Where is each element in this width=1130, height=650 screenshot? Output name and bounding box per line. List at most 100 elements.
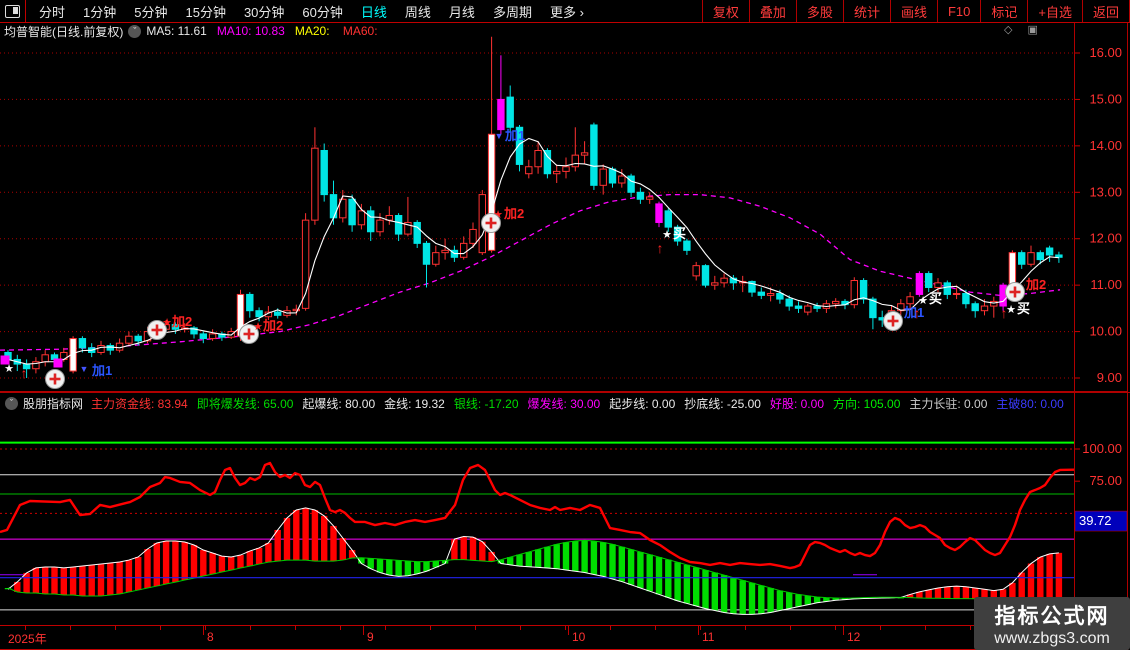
watermark: 指标公式网 www.zbgs3.com	[974, 597, 1130, 650]
menu-item-60分钟[interactable]: 60分钟	[293, 2, 351, 21]
histogram-bar	[572, 541, 578, 571]
candle	[693, 266, 699, 276]
candle	[721, 278, 727, 283]
price-axis-label: 10.00	[1089, 324, 1122, 339]
candle	[795, 306, 801, 308]
axis-tick	[880, 626, 881, 630]
month-label: 10	[572, 630, 585, 644]
star-icon: ★	[918, 295, 928, 307]
axis-tick	[565, 626, 566, 630]
axis-tick	[115, 626, 116, 630]
histogram-bar	[674, 562, 680, 601]
histogram-bar	[395, 560, 401, 576]
toolbar-button-统计[interactable]: 统计	[843, 0, 891, 22]
histogram-bar	[805, 596, 811, 605]
histogram-bar	[619, 547, 625, 582]
candle	[395, 216, 401, 235]
histogram-bar	[200, 550, 206, 576]
histogram-bar	[637, 552, 643, 588]
histogram-bar	[581, 540, 587, 572]
menu-item-周线[interactable]: 周线	[396, 2, 440, 21]
toolbar-button-返回[interactable]: 返回	[1082, 0, 1130, 22]
menu-item-日线[interactable]: 日线	[352, 2, 396, 21]
histogram-bar	[470, 537, 476, 560]
menu-item-1分钟[interactable]: 1分钟	[74, 2, 125, 21]
menu-item-30分钟[interactable]: 30分钟	[235, 2, 293, 21]
signal-label: 买	[929, 291, 942, 306]
month-tick	[843, 626, 844, 635]
price-axis-label: 13.00	[1089, 184, 1122, 199]
indicator-field: 爆发线: 30.00	[528, 397, 601, 411]
period-menu: 分时1分钟5分钟15分钟30分钟60分钟日线周线月线多周期更多 ›	[30, 2, 593, 21]
candle	[247, 294, 253, 310]
candle	[591, 125, 597, 185]
histogram-bar	[1028, 564, 1034, 600]
candle	[433, 253, 439, 265]
price-axis-label: 15.00	[1089, 91, 1122, 106]
menu-item-5分钟[interactable]: 5分钟	[125, 2, 176, 21]
month-label: 2025年	[8, 630, 47, 647]
add-position-icon	[884, 312, 903, 331]
toolbar-button-+自选[interactable]: +自选	[1027, 0, 1083, 22]
axis-tick	[700, 626, 701, 630]
toolbar-button-画线[interactable]: 画线	[890, 0, 938, 22]
histogram-bar	[507, 557, 513, 565]
chevron-down-icon[interactable]: ˇ	[5, 397, 18, 410]
candle	[1056, 255, 1062, 257]
candle	[1046, 248, 1052, 255]
histogram-bar	[107, 563, 113, 595]
candle	[126, 336, 132, 343]
toolbar-button-多股[interactable]: 多股	[796, 0, 844, 22]
signal-label: 买	[673, 226, 686, 241]
candle	[916, 274, 922, 295]
chevron-down-icon[interactable]: ˇ	[128, 25, 141, 38]
pane-corner-icons[interactable]: ◇ ▣	[1004, 23, 1044, 36]
time-axis[interactable]: 2025年89101112	[0, 625, 1128, 650]
histogram-bar	[23, 573, 29, 593]
toolbar-button-叠加[interactable]: 叠加	[749, 0, 797, 22]
indicator-field: 起步线: 0.00	[609, 397, 675, 411]
watermark-url: www.zbgs3.com	[994, 630, 1110, 648]
ma-value: MA60:	[343, 24, 378, 38]
ma-values: MA5: 11.61MA10: 10.83MA20: MA60:	[146, 24, 387, 38]
menu-item-更多 ›[interactable]: 更多 ›	[541, 2, 593, 21]
histogram-bar	[61, 568, 67, 595]
histogram-bar	[126, 560, 132, 592]
histogram-bar	[284, 518, 290, 560]
candle	[42, 355, 48, 362]
histogram-bar	[693, 567, 699, 606]
menu-item-15分钟[interactable]: 15分钟	[176, 2, 234, 21]
month-label: 12	[847, 630, 860, 644]
candle	[79, 339, 85, 348]
indicator-field: 好股: 0.00	[770, 397, 824, 411]
axis-tick	[160, 626, 161, 630]
star-icon: ★	[662, 229, 672, 241]
price-axis-label: 11.00	[1090, 277, 1122, 292]
menu-item-分时[interactable]: 分时	[30, 2, 74, 21]
histogram-bar	[265, 543, 271, 562]
histogram-bar	[591, 541, 597, 574]
histogram-bar	[386, 560, 392, 575]
menu-item-多周期[interactable]: 多周期	[484, 2, 541, 21]
toolbar-button-标记[interactable]: 标记	[980, 0, 1028, 22]
indicator-field: 起爆线: 80.00	[302, 397, 375, 411]
histogram-bar	[944, 587, 950, 599]
histogram-bar	[647, 555, 653, 592]
histogram-bar	[656, 557, 662, 594]
candle	[116, 343, 122, 350]
axis-tick	[520, 626, 521, 630]
toolbar-button-F10[interactable]: F10	[937, 0, 981, 22]
window-panel-icon[interactable]	[5, 5, 20, 18]
histogram-bar	[1019, 573, 1025, 600]
candle	[944, 283, 950, 295]
histogram-bar	[488, 552, 494, 562]
month-tick	[363, 626, 364, 635]
axis-tick	[925, 626, 926, 630]
histogram-bar	[182, 542, 188, 580]
candle	[330, 195, 336, 218]
ma-value: MA5: 11.61	[146, 24, 206, 38]
toolbar-button-复权[interactable]: 复权	[702, 0, 750, 22]
menu-item-月线[interactable]: 月线	[440, 2, 484, 21]
histogram-bar	[684, 565, 690, 604]
price-axis-label: 12.00	[1089, 231, 1122, 246]
